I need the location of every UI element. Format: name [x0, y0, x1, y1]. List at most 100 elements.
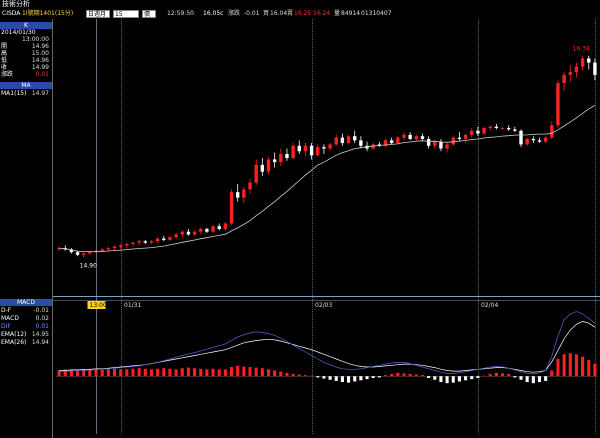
candle [180, 231, 184, 235]
ma-row-value: 14.97 [31, 90, 49, 97]
macd-row: DIF 0.01 [0, 323, 52, 330]
low-annotation: 14.90 [80, 263, 97, 270]
last-price: 16.05c [203, 10, 224, 17]
candle [574, 66, 579, 73]
ma-row-label: MA1(15) [1, 90, 27, 97]
info-date: 2014/01/30 [0, 29, 52, 36]
candle [463, 134, 468, 139]
candle [587, 58, 591, 63]
candle [316, 147, 320, 156]
candle [266, 159, 271, 172]
candle [568, 72, 572, 75]
candle [229, 192, 234, 224]
candle [168, 237, 172, 240]
candle [322, 147, 326, 149]
candle [291, 145, 295, 159]
instrument-name: 1I號期1401(15分) [22, 10, 74, 17]
candle [593, 62, 597, 75]
candle [162, 238, 166, 240]
candle [328, 144, 332, 149]
candle [143, 241, 148, 243]
candle [488, 126, 492, 129]
candle [186, 231, 191, 235]
candle [297, 145, 301, 152]
info-row-label: 漲跌 [1, 71, 14, 78]
candle [494, 126, 499, 129]
macd-row-value: 14.94 [31, 339, 49, 346]
candle [118, 245, 123, 247]
macd-row-label: MACD [1, 315, 19, 322]
candle [414, 136, 419, 139]
candle [88, 252, 92, 254]
info-time: 13:00:00 [0, 36, 52, 43]
candle [500, 128, 505, 130]
macd-row-value: -0.01 [33, 307, 49, 314]
info-row-label: 開 [1, 43, 8, 50]
candle [513, 129, 517, 131]
high-annotation: 16.38 [573, 46, 590, 53]
interval-select[interactable]: 15 [113, 10, 139, 18]
info-row: 收 14.99 [0, 64, 52, 71]
macd-row-label: D-F [1, 307, 12, 314]
macd-row-label: EMA(26) [1, 339, 27, 346]
candle [562, 74, 566, 84]
sell-value-2: 16.24 [313, 10, 331, 17]
candle [346, 136, 351, 144]
candle [303, 145, 308, 152]
candle [199, 228, 203, 232]
chart-area[interactable]: 14.90 16.38 13:00 01/31 02/03 02/04 [53, 19, 600, 438]
info-row: 低 14.96 [0, 57, 52, 64]
info-row-label: 高 [1, 50, 8, 57]
candle [192, 231, 197, 235]
toolbar: CISDA 1I號期1401(15分) 日週月 15 價量 12:59:50 1… [0, 9, 600, 26]
candle [396, 137, 400, 144]
sell-label: 賣 [287, 10, 294, 17]
x-tick-label: 01/31 [124, 302, 141, 309]
candle [476, 130, 480, 134]
candle [205, 228, 209, 232]
info-row: 漲跌 0.01 [0, 71, 52, 78]
candle [445, 144, 449, 149]
title-bar: 技術分析 [0, 0, 600, 9]
candle [309, 145, 314, 156]
info-row-label: 低 [1, 57, 8, 64]
candle [112, 246, 117, 249]
extra-code: 01310407 [361, 10, 392, 17]
macd-row-label: DIF [1, 323, 11, 330]
candle [389, 140, 394, 144]
candle [254, 164, 258, 183]
macd-row-value: 0.01 [35, 323, 49, 330]
candle [223, 223, 228, 229]
candle [174, 234, 178, 238]
candle [426, 138, 431, 146]
macd-row-value: 0.02 [35, 315, 49, 322]
candle [433, 141, 437, 146]
info-time-value: 13:00:00 [22, 36, 49, 43]
candle [82, 253, 86, 255]
candle [470, 130, 474, 135]
candle [519, 130, 523, 145]
candle [279, 153, 283, 163]
macd-row: EMA(12) 14.95 [0, 331, 52, 338]
candle [242, 189, 246, 198]
period-select[interactable]: 日週月 [86, 10, 110, 18]
macd-row-label: EMA(12) [1, 331, 27, 338]
candle [217, 226, 221, 229]
macd-row-value: 14.95 [31, 331, 49, 338]
change-value: -0.01 [244, 10, 260, 17]
info-panel: K 2014/01/30 13:00:00 開 14.96 高 15.00 低 … [0, 19, 53, 297]
k-section-header: K [0, 22, 52, 29]
buy-value: 16.04 [270, 10, 288, 17]
macd-line [59, 321, 596, 373]
x-tick-label: 02/04 [481, 302, 498, 309]
ma-section-header: MA [0, 82, 52, 89]
macd-row: D-F -0.01 [0, 307, 52, 314]
info-row-value: 14.99 [31, 64, 49, 71]
candle [340, 137, 345, 144]
macd-section-header: MACD [0, 299, 52, 306]
chart-mode-button[interactable]: 價量 [142, 10, 156, 26]
info-row: 開 14.96 [0, 43, 52, 50]
candle [75, 252, 80, 255]
candle [408, 134, 412, 139]
crosshair-time: 13:00 [90, 302, 107, 309]
